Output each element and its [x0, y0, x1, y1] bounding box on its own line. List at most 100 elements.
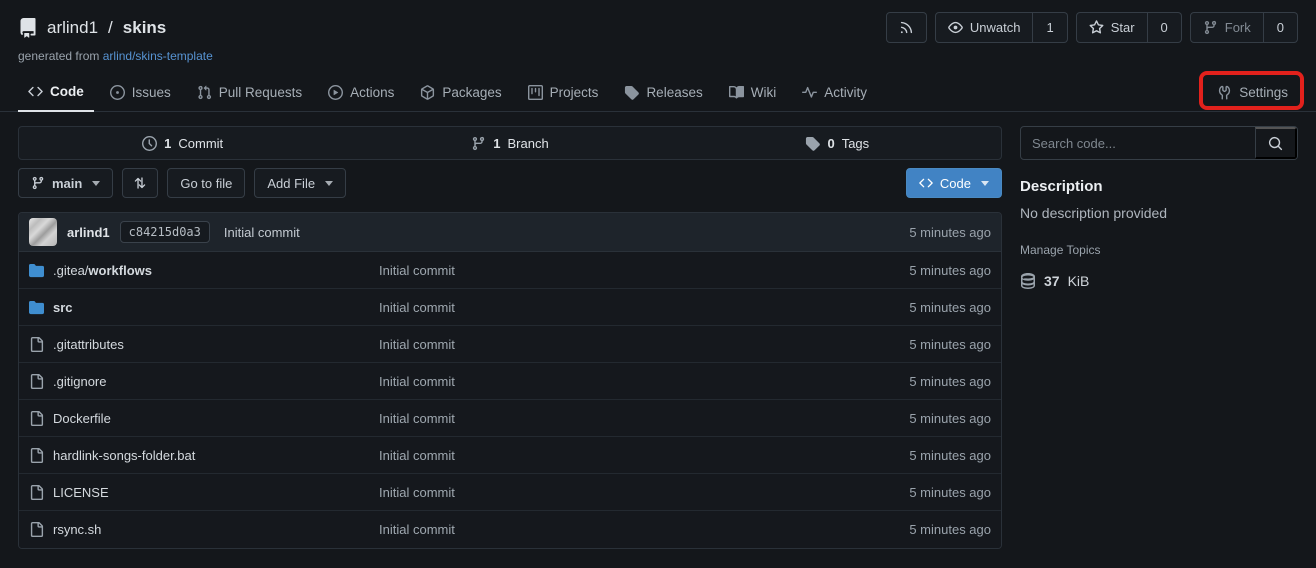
- tab-pull-requests[interactable]: Pull Requests: [187, 76, 312, 111]
- dir-name: workflows: [88, 263, 152, 278]
- search-icon: [1268, 136, 1283, 151]
- repo-name-link[interactable]: skins: [123, 18, 166, 38]
- branches-link[interactable]: 1 Branch: [346, 127, 673, 159]
- tab-actions[interactable]: Actions: [318, 76, 404, 111]
- tab-issues-label: Issues: [132, 85, 171, 100]
- unwatch-label: Unwatch: [970, 20, 1021, 35]
- tab-activity[interactable]: Activity: [792, 76, 877, 111]
- avatar[interactable]: [29, 218, 57, 246]
- tab-packages[interactable]: Packages: [410, 76, 511, 111]
- file-commit-message[interactable]: Initial commit: [379, 374, 909, 389]
- fork-button-group: Fork 0: [1190, 12, 1298, 43]
- commit-message-link[interactable]: Initial commit: [224, 225, 300, 240]
- repo-tabs: Code Issues Pull Requests Actions Packag…: [0, 67, 1316, 112]
- file-icon: [29, 411, 44, 426]
- tab-projects[interactable]: Projects: [518, 76, 609, 111]
- star-icon: [1089, 20, 1104, 35]
- commits-link[interactable]: 1 Commit: [19, 127, 346, 159]
- file-name-link[interactable]: .gitattributes: [29, 337, 379, 352]
- repo-content: 1 Commit 1 Branch 0 Tags main: [0, 112, 1316, 549]
- file-name-link[interactable]: rsync.sh: [29, 522, 379, 537]
- repo-title-separator: /: [107, 18, 114, 38]
- file-commit-time: 5 minutes ago: [909, 448, 991, 463]
- file-commit-message[interactable]: Initial commit: [379, 263, 909, 278]
- tab-code-label: Code: [50, 84, 84, 99]
- file-name-link[interactable]: .gitignore: [29, 374, 379, 389]
- file-name-link[interactable]: hardlink-songs-folder.bat: [29, 448, 379, 463]
- tab-releases-label: Releases: [646, 85, 702, 100]
- file-commit-message[interactable]: Initial commit: [379, 337, 909, 352]
- search-button[interactable]: [1255, 127, 1297, 159]
- pulse-icon: [802, 85, 817, 100]
- add-file-button[interactable]: Add File: [254, 168, 346, 198]
- tab-code[interactable]: Code: [18, 75, 94, 112]
- file-commit-message[interactable]: Initial commit: [379, 300, 909, 315]
- file-name-link[interactable]: src: [29, 300, 379, 315]
- star-label: Star: [1111, 20, 1135, 35]
- commit-author-link[interactable]: arlind1: [67, 225, 110, 240]
- file-name: LICENSE: [53, 485, 109, 500]
- forks-count[interactable]: 0: [1264, 12, 1298, 43]
- tab-actions-label: Actions: [350, 85, 394, 100]
- package-icon: [420, 85, 435, 100]
- table-row: LICENSE Initial commit 5 minutes ago: [19, 474, 1001, 511]
- file-icon: [29, 522, 44, 537]
- template-repo-link[interactable]: arlind/skins-template: [103, 49, 213, 63]
- tab-releases[interactable]: Releases: [614, 76, 712, 111]
- manage-topics-link[interactable]: Manage Topics: [1020, 243, 1298, 257]
- tags-link[interactable]: 0 Tags: [674, 127, 1001, 159]
- file-name-link[interactable]: LICENSE: [29, 485, 379, 500]
- file-name-link[interactable]: Dockerfile: [29, 411, 379, 426]
- file-commit-time: 5 minutes ago: [909, 374, 991, 389]
- tag-count: 0: [827, 136, 834, 151]
- tab-settings-label: Settings: [1239, 85, 1288, 100]
- branch-count: 1: [493, 136, 500, 151]
- compare-button[interactable]: [122, 168, 158, 198]
- repo-sidebar: Description No description provided Mana…: [1020, 126, 1298, 549]
- commit-hash-link[interactable]: c84215d0a3: [120, 221, 210, 243]
- repo-size-row: 37 KiB: [1020, 273, 1298, 289]
- folder-icon: [29, 300, 44, 315]
- code-icon: [28, 84, 43, 99]
- description-title: Description: [1020, 178, 1298, 195]
- chevron-down-icon: [325, 181, 333, 186]
- table-row: Dockerfile Initial commit 5 minutes ago: [19, 400, 1001, 437]
- code-download-button[interactable]: Code: [906, 168, 1002, 198]
- add-file-label: Add File: [267, 176, 315, 191]
- file-commit-message[interactable]: Initial commit: [379, 448, 909, 463]
- table-row: .gitattributes Initial commit 5 minutes …: [19, 326, 1001, 363]
- tab-settings[interactable]: Settings: [1207, 76, 1298, 111]
- stars-count[interactable]: 0: [1148, 12, 1182, 43]
- unwatch-button[interactable]: Unwatch: [935, 12, 1034, 43]
- code-toolbar: main Go to file Add File Code: [18, 168, 1002, 198]
- chevron-down-icon: [981, 181, 989, 186]
- branch-selector[interactable]: main: [18, 168, 113, 198]
- generated-from-label: generated from: [18, 49, 99, 63]
- rss-button[interactable]: [886, 12, 927, 43]
- file-commit-message[interactable]: Initial commit: [379, 411, 909, 426]
- file-commit-message[interactable]: Initial commit: [379, 485, 909, 500]
- tab-issues[interactable]: Issues: [100, 76, 181, 111]
- watchers-count[interactable]: 1: [1033, 12, 1067, 43]
- file-commit-time: 5 minutes ago: [909, 300, 991, 315]
- go-to-file-button[interactable]: Go to file: [167, 168, 245, 198]
- file-table: arlind1 c84215d0a3 Initial commit 5 minu…: [18, 212, 1002, 549]
- search-input[interactable]: [1021, 127, 1255, 159]
- compare-icon: [133, 176, 147, 190]
- issue-icon: [110, 85, 125, 100]
- tab-activity-label: Activity: [824, 85, 867, 100]
- star-button[interactable]: Star: [1076, 12, 1148, 43]
- tab-wiki[interactable]: Wiki: [719, 76, 787, 111]
- play-icon: [328, 85, 343, 100]
- repo-owner-link[interactable]: arlind1: [47, 18, 98, 38]
- settings-tab-wrapper: Settings: [1207, 76, 1298, 111]
- tab-wiki-label: Wiki: [751, 85, 777, 100]
- table-row: rsync.sh Initial commit 5 minutes ago: [19, 511, 1001, 548]
- file-commit-time: 5 minutes ago: [909, 522, 991, 537]
- file-commit-message[interactable]: Initial commit: [379, 522, 909, 537]
- commit-count: 1: [164, 136, 171, 151]
- fork-button[interactable]: Fork: [1190, 12, 1264, 43]
- file-name: rsync.sh: [53, 522, 101, 537]
- file-name-link[interactable]: .gitea/workflows: [29, 263, 379, 278]
- code-search-box: [1020, 126, 1298, 160]
